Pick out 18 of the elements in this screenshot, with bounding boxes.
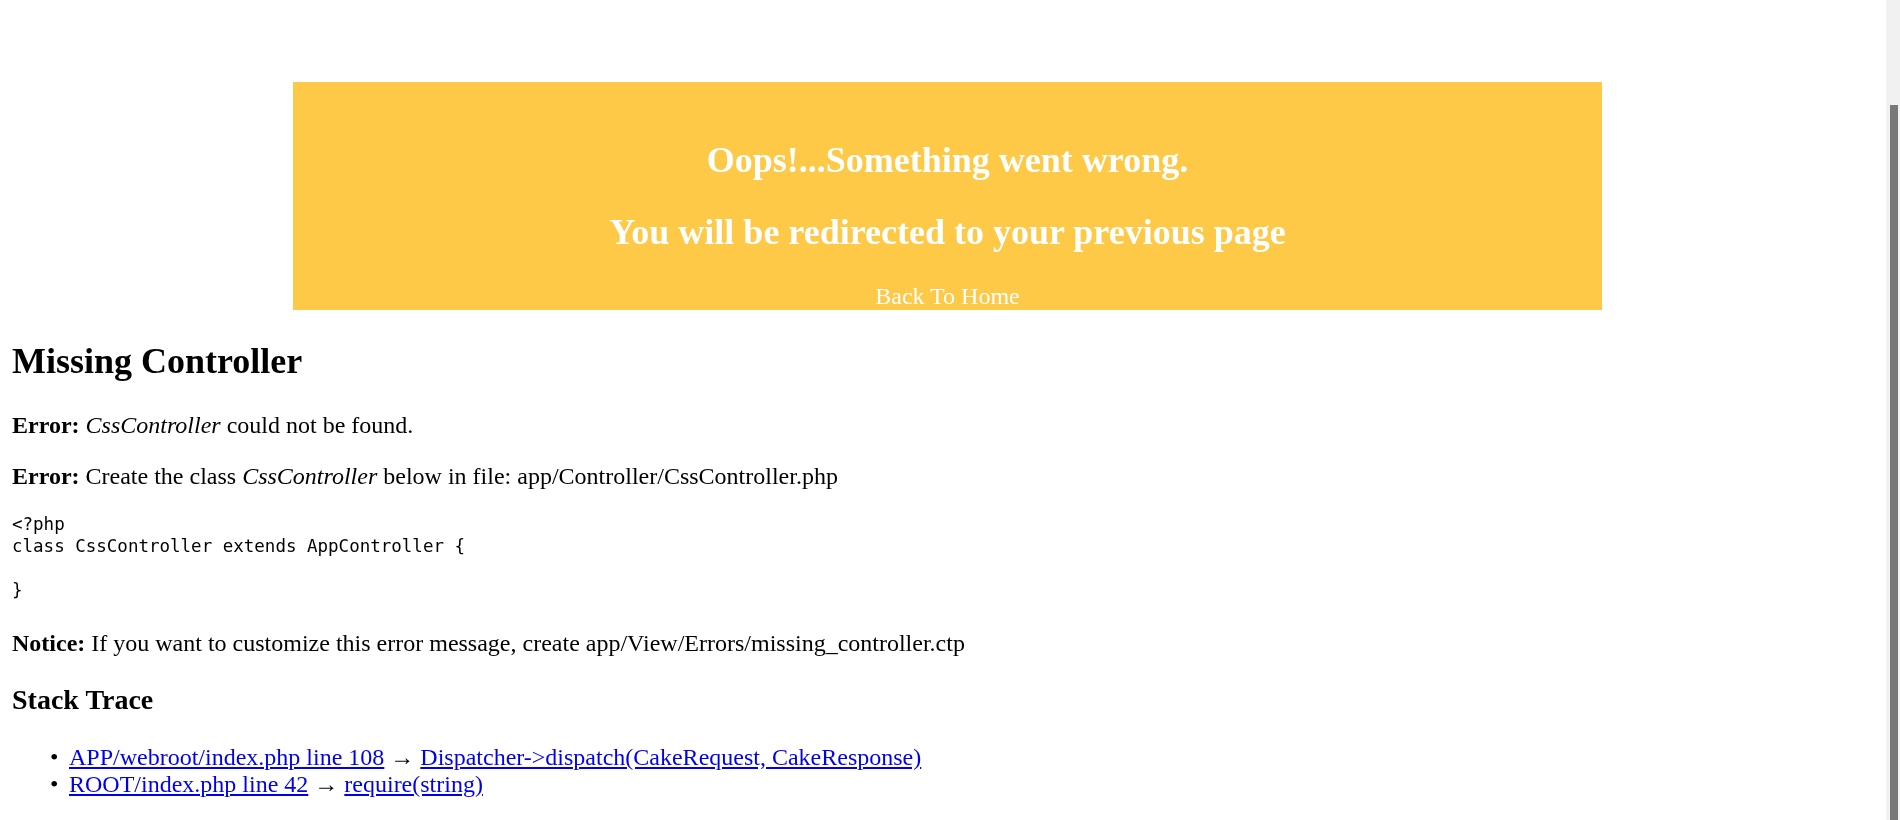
call-link[interactable]: Dispatcher->dispatch(CakeRequest, CakeResponse) bbox=[420, 744, 922, 771]
scrollbar-thumb[interactable] bbox=[1890, 105, 1898, 820]
file-link[interactable]: ROOT/index.php line 42 bbox=[69, 771, 309, 798]
bullet-marker: • bbox=[50, 771, 60, 798]
error-message: Error: Create the class CssController below in file: app/Controller/CssController.php bbox=[12, 462, 839, 490]
file-link[interactable]: APP/webroot/index.php line 108 bbox=[69, 744, 385, 771]
banner-subtitle: You will be redirected to your previous page bbox=[609, 211, 1286, 253]
code-text: <?php class CssController extends AppController { } bbox=[12, 513, 467, 601]
arrow-separator: → bbox=[314, 771, 339, 798]
bullet-marker: • bbox=[50, 744, 60, 771]
call-link[interactable]: require(string) bbox=[344, 771, 483, 798]
banner-title: Oops!...Something went wrong. bbox=[706, 139, 1189, 181]
error-message: Error: CssController could not be found. bbox=[12, 411, 415, 439]
section-heading: Stack Trace bbox=[12, 684, 155, 716]
arrow-separator: → bbox=[390, 744, 415, 771]
scrollbar[interactable] bbox=[1886, 0, 1900, 820]
notice-message: Notice: If you want to customize this error message, create app/View/Errors/missing_controller.ctp bbox=[12, 629, 966, 657]
page-heading: Missing Controller bbox=[12, 340, 304, 382]
